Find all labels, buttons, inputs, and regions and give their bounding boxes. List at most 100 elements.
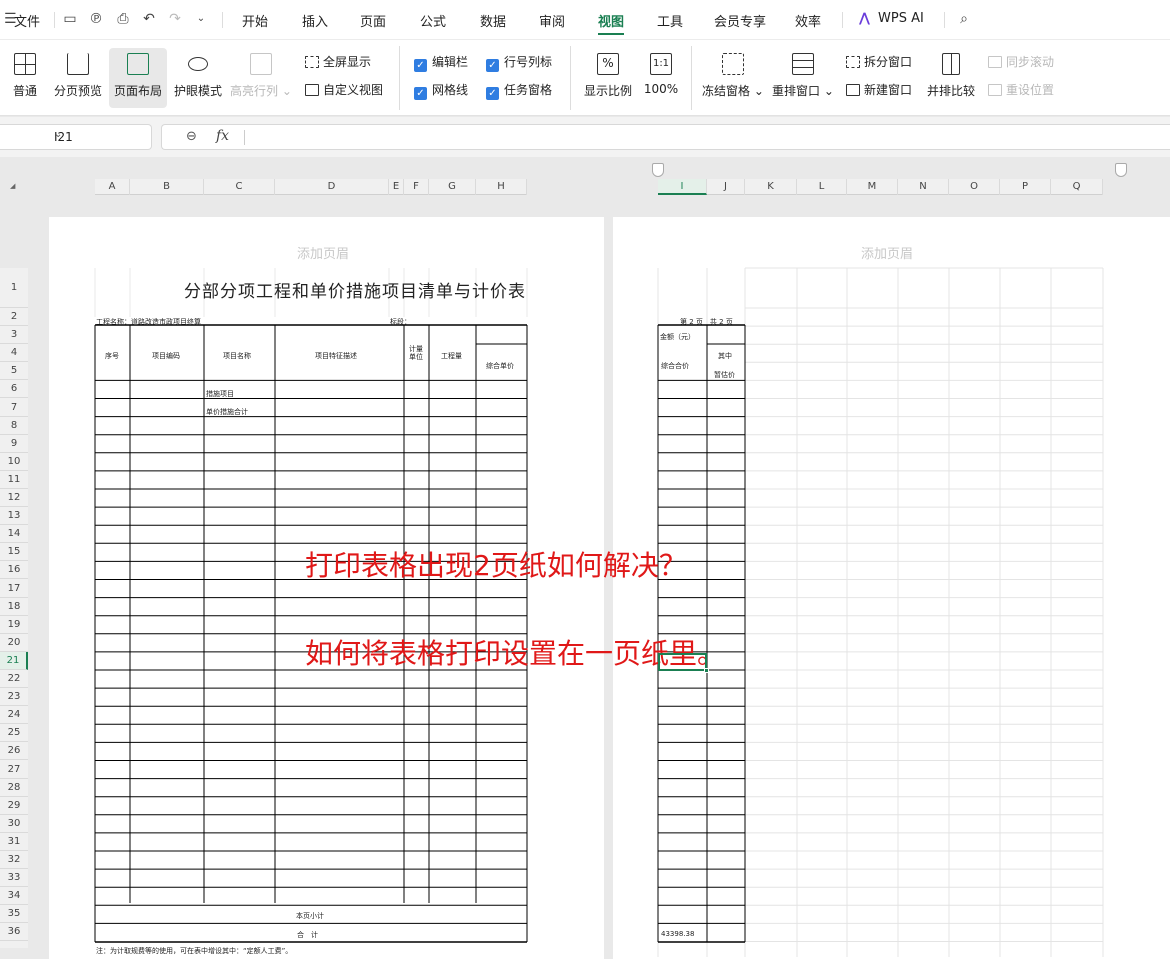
row7-name[interactable]: 单价措施合计 bbox=[206, 407, 248, 417]
sync-scroll-button: 同步滚动 bbox=[988, 53, 1054, 71]
divider bbox=[399, 46, 400, 110]
tab-efficiency[interactable]: 效率 bbox=[795, 11, 821, 30]
tab-insert[interactable]: 插入 bbox=[302, 11, 328, 30]
tab-view[interactable]: 视图 bbox=[598, 11, 624, 30]
check-icon: ✓ bbox=[486, 59, 499, 72]
formula-bar: I21 ⌄ ⊖ fx bbox=[0, 117, 1170, 157]
divider bbox=[842, 12, 843, 28]
tab-review[interactable]: 审阅 bbox=[539, 11, 565, 30]
crosshair-icon bbox=[250, 53, 272, 75]
zoom-100-button[interactable]: 1:1 100% bbox=[640, 48, 682, 108]
ribbon: 普通 分页预览 页面布局 护眼模式 高亮行列 ⌄ 全屏显示 自定义视图 ✓ 编辑栏… bbox=[0, 40, 1170, 116]
arrange-icon bbox=[792, 53, 814, 75]
page-count[interactable]: 第 2 页 共 2 页 bbox=[680, 317, 733, 327]
worksheet-area: ◢ ABCDEFGH IJKLMNOPQ 1 2 3 4 5 6 7 8 9 10 11 12 13 14… bbox=[0, 157, 1170, 959]
wps-ai-button[interactable]: WPS AI bbox=[878, 11, 924, 26]
eye-protection-button[interactable]: 护眼模式 bbox=[170, 48, 226, 108]
fullscreen-icon bbox=[305, 56, 319, 68]
header-among[interactable]: 其中 bbox=[718, 351, 732, 361]
header-unit[interactable]: 计量单位 bbox=[409, 345, 423, 361]
freeze-panes-button[interactable]: 冻结窗格 ⌄ bbox=[702, 48, 764, 108]
name-box[interactable]: I21 ⌄ bbox=[0, 124, 152, 150]
menu-bar: ☰ 文件 ▭ ℗ ⎙ ↶ ↷ ⌄ 开始 插入 页面 公式 数据 审阅 视图 工具… bbox=[0, 0, 1170, 40]
active-tab-indicator bbox=[598, 33, 624, 35]
zoom-button[interactable]: % 显示比例 bbox=[580, 48, 636, 108]
export-icon[interactable]: ℗ bbox=[88, 11, 104, 27]
sync-scroll-icon bbox=[988, 56, 1002, 68]
eye-icon bbox=[188, 57, 208, 71]
normal-view-button[interactable]: 普通 bbox=[4, 48, 46, 108]
subtotal-label[interactable]: 本页小计 bbox=[296, 911, 324, 921]
tab-member[interactable]: 会员专享 bbox=[714, 11, 766, 30]
header-code[interactable]: 项目编码 bbox=[152, 351, 180, 361]
task-pane-checkbox[interactable]: ✓ 任务窗格 bbox=[486, 81, 552, 100]
divider bbox=[944, 12, 945, 28]
wps-ai-icon: ⋀ bbox=[859, 11, 870, 26]
annotation-line-1: 打印表格出现2页纸如何解决？ bbox=[305, 549, 687, 582]
chevron-down-icon[interactable]: ⌄ bbox=[193, 11, 209, 27]
sheet-title[interactable]: 分部分项工程和单价措施项目清单与计价表 bbox=[184, 277, 526, 302]
new-window-button[interactable]: 新建窗口 bbox=[846, 81, 912, 99]
zoom-lookup-icon[interactable]: ⊖ bbox=[186, 129, 197, 144]
highlight-rowcol-button: 高亮行列 ⌄ bbox=[230, 48, 292, 108]
page-break-icon bbox=[67, 53, 89, 75]
total-value[interactable]: 43398.38 bbox=[661, 930, 694, 938]
fx-icon[interactable]: fx bbox=[216, 128, 229, 144]
header-feature[interactable]: 项目特征描述 bbox=[315, 351, 357, 361]
row6-name[interactable]: 措施项目 bbox=[206, 389, 234, 399]
one-to-one-icon: 1:1 bbox=[650, 53, 672, 75]
tab-home[interactable]: 开始 bbox=[242, 11, 268, 30]
arrange-windows-button[interactable]: 重排窗口 ⌄ bbox=[772, 48, 834, 108]
gridlines-checkbox[interactable]: ✓ 网格线 bbox=[414, 81, 468, 100]
total-label[interactable]: 合 计 bbox=[297, 930, 318, 940]
side-by-side-icon bbox=[942, 53, 960, 75]
fill-handle[interactable] bbox=[704, 668, 709, 673]
side-by-side-button[interactable]: 并排比较 bbox=[922, 48, 980, 108]
divider bbox=[691, 46, 692, 110]
divider bbox=[570, 46, 571, 110]
page-layout-icon bbox=[127, 53, 149, 75]
split-icon bbox=[846, 56, 860, 68]
tab-data[interactable]: 数据 bbox=[480, 11, 506, 30]
section-cell[interactable]: 标段： bbox=[390, 317, 411, 327]
tab-formula[interactable]: 公式 bbox=[420, 11, 446, 30]
check-icon: ✓ bbox=[414, 87, 427, 100]
page-layout-button[interactable]: 页面布局 bbox=[109, 48, 167, 108]
tab-page[interactable]: 页面 bbox=[360, 11, 386, 30]
note-text[interactable]: 注：为计取规费等的使用，可在表中增设其中：“定额人工费”。 bbox=[96, 946, 292, 956]
header-unit-price[interactable]: 综合单价 bbox=[486, 361, 514, 371]
file-menu[interactable]: 文件 bbox=[14, 11, 40, 30]
split-window-button[interactable]: 拆分窗口 bbox=[846, 53, 912, 71]
divider bbox=[222, 12, 223, 28]
custom-view-button[interactable]: 自定义视图 bbox=[305, 81, 383, 99]
header-qty[interactable]: 工程量 bbox=[441, 351, 462, 361]
page-break-preview-button[interactable]: 分页预览 bbox=[50, 48, 106, 108]
selected-cell[interactable] bbox=[658, 653, 707, 671]
search-icon[interactable]: ⌕ bbox=[956, 11, 972, 27]
percent-icon: % bbox=[597, 53, 619, 75]
chevron-down-icon[interactable]: ⌄ bbox=[54, 129, 145, 140]
new-window-icon bbox=[846, 84, 860, 96]
full-screen-button[interactable]: 全屏显示 bbox=[305, 53, 371, 71]
check-icon: ✓ bbox=[486, 87, 499, 100]
header-no[interactable]: 序号 bbox=[105, 351, 119, 361]
print-preview-icon[interactable]: ⎙ bbox=[115, 11, 131, 27]
header-total[interactable]: 综合合价 bbox=[661, 361, 689, 371]
formula-input[interactable]: ⊖ fx bbox=[161, 124, 1170, 150]
undo-icon[interactable]: ↶ bbox=[141, 11, 157, 27]
edit-bar-checkbox[interactable]: ✓ 编辑栏 bbox=[414, 53, 468, 72]
custom-view-icon bbox=[305, 84, 319, 96]
project-name-cell[interactable]: 工程名称：道路改造市政项目终算 bbox=[96, 317, 201, 327]
header-estimate[interactable]: 暂估价 bbox=[714, 370, 735, 380]
reset-position-icon bbox=[988, 84, 1002, 96]
row-col-headers-checkbox[interactable]: ✓ 行号列标 bbox=[486, 53, 552, 72]
divider bbox=[54, 12, 55, 28]
check-icon: ✓ bbox=[414, 59, 427, 72]
header-name[interactable]: 项目名称 bbox=[223, 351, 251, 361]
freeze-icon bbox=[722, 53, 744, 75]
reset-position-button: 重设位置 bbox=[988, 81, 1054, 99]
tab-tools[interactable]: 工具 bbox=[657, 11, 683, 30]
save-icon[interactable]: ▭ bbox=[62, 11, 78, 27]
amount-unit[interactable]: 金额（元） bbox=[660, 332, 695, 342]
horizontal-scrollbar[interactable] bbox=[405, 955, 469, 959]
